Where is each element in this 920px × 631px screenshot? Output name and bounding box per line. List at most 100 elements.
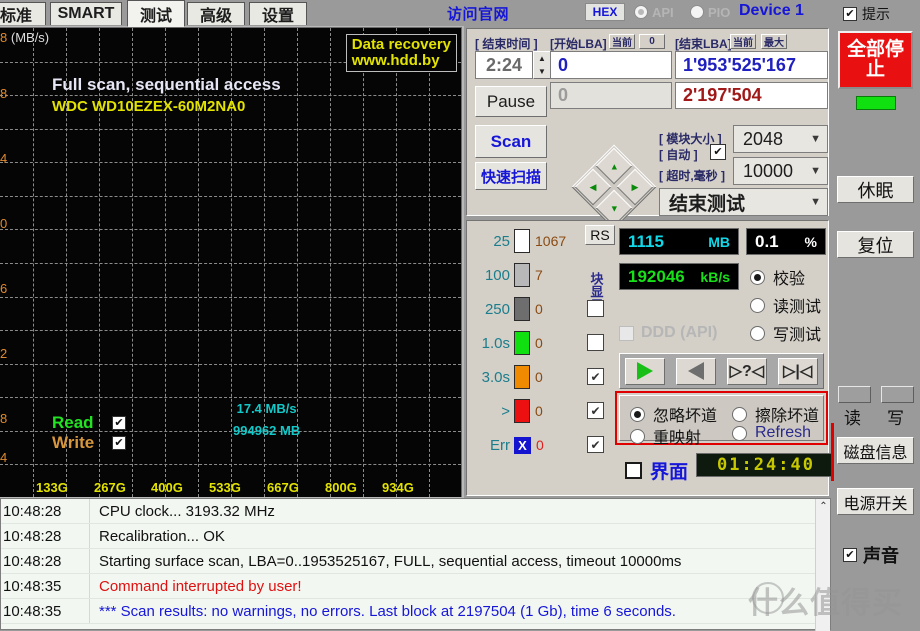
step-query-button[interactable]: ▷?◁ [727,358,767,385]
sleep-button[interactable]: 休眠 [837,176,914,203]
sound-checkbox[interactable] [843,548,857,562]
log-scrollbar[interactable]: ⌃ [815,499,830,631]
power-switch-button[interactable]: 电源开关 [837,488,914,515]
x-tick-label: 667G [267,480,299,495]
bad-sector-action-highlight: 忽略坏道 擦除坏道 重映射 Refresh [615,391,828,445]
block-legend-swatch [514,365,530,389]
block-legend-checkbox[interactable]: ✔ [587,368,604,385]
tab-settings[interactable]: 设置 [249,2,307,25]
end-time-spinner[interactable]: ▲ ▼ [533,51,551,79]
data-recovery-badge: Data recovery www.hdd.by [346,34,457,72]
remap-option[interactable]: 重映射 [630,424,701,448]
timeout-select[interactable]: 10000 ▼ [733,157,828,185]
navigation-dpad[interactable]: ▲ ▼ ◀ ▶ [574,147,654,227]
graph-title: Full scan, sequential access [52,75,281,95]
rs-button[interactable]: RS [585,225,615,245]
mode-read-option[interactable]: 读测试 [750,293,821,317]
end-action-select[interactable]: 结束测试 ▼ [659,188,828,216]
device-label[interactable]: Device 1 [739,2,804,20]
log-row[interactable]: 10:48:28Recalibration... OK [1,524,830,549]
log-row[interactable]: 10:48:35Command interrupted by user! [1,574,830,599]
scroll-up-icon[interactable]: ⌃ [816,499,831,514]
log-row[interactable]: 10:48:28Starting surface scan, LBA=0..19… [1,549,830,574]
end-lba-current-button[interactable]: 当前 [730,34,756,49]
end-lba-field[interactable]: 1'953'525'167 [675,51,828,79]
sound-option[interactable]: 声音 [843,542,899,568]
block-legend-checkbox[interactable]: ✔ [587,436,604,453]
timeout-label: [ 超时,毫秒 ] [659,167,725,184]
mode-write-radio[interactable] [750,326,765,341]
start-lba-zero-button[interactable]: 0 [639,34,665,49]
erase-bad-sectors-option[interactable]: 擦除坏道 [732,402,819,426]
tab-test[interactable]: 测试 [127,0,185,27]
tab-standard[interactable]: 标准 [0,2,46,25]
hint-checkbox-group[interactable]: 提示 [843,4,890,24]
scan-button[interactable]: Scan [475,125,547,158]
end-lba-label: [结束LBA] [675,35,732,52]
disk-info-button[interactable]: 磁盘信息 [837,437,914,464]
tab-label: 高级 [200,2,232,26]
chevron-down-icon: ▼ [810,133,821,145]
read-series-checkbox[interactable] [112,416,126,430]
refresh-radio[interactable] [732,426,747,441]
pause-button[interactable]: Pause [475,86,547,117]
quick-scan-button[interactable]: 快速扫描 [475,162,547,190]
gridline-horizontal [0,297,461,298]
skip-button[interactable]: ▷|◁ [778,358,818,385]
tab-advanced[interactable]: 高级 [187,2,245,25]
y-tick-label: 4 [0,450,7,465]
hint-label: 提示 [862,4,890,24]
log-row[interactable]: 10:48:28CPU clock... 3193.32 MHz [1,499,830,524]
start-lba-field[interactable]: 0 [550,51,672,79]
ignore-bad-sectors-radio[interactable] [630,407,645,422]
bad-sector-action-group: 忽略坏道 擦除坏道 重映射 Refresh [619,395,824,441]
read-series-toggle[interactable]: Read [52,413,126,433]
x-tick-label: 800G [325,480,357,495]
play-button[interactable] [625,358,665,385]
mode-write-option[interactable]: 写测试 [750,321,821,345]
interface-label: 界面 [650,457,688,484]
stop-all-button[interactable]: 全部停止 [838,31,913,89]
interface-checkbox[interactable] [625,462,642,479]
mode-verify-radio[interactable] [750,270,765,285]
ignore-bad-sectors-option[interactable]: 忽略坏道 [630,402,717,426]
end-time-field[interactable]: 2:24 [475,51,533,79]
write-series-label: Write [52,433,104,453]
write-series-checkbox[interactable] [112,436,126,450]
erase-bad-sectors-radio[interactable] [732,407,747,422]
official-site-link[interactable]: 访问官网 [447,3,509,24]
tab-smart[interactable]: SMART [50,2,122,25]
y-tick-label: 2 [0,346,7,361]
block-legend-checkbox[interactable] [587,300,604,317]
hex-button[interactable]: HEX [585,3,625,21]
write-series-toggle[interactable]: Write [52,433,126,453]
block-legend-row: ErrX0 [471,429,584,461]
interface-option[interactable]: 界面 [625,457,688,484]
reset-button[interactable]: 复位 [837,231,914,258]
log-message: *** Scan results: no warnings, no errors… [89,603,676,620]
block-legend-row: >0 [471,395,584,427]
write-indicator [881,386,914,403]
pio-radio[interactable] [690,5,704,19]
block-size-select[interactable]: 2048 ▼ [733,125,828,153]
block-time-legend: 251067100725001.0s03.0s0>0ErrX0 [471,225,584,491]
end-lba-max-button[interactable]: 最大 [761,34,787,49]
api-radio[interactable] [634,5,648,19]
log-panel[interactable]: 10:48:28CPU clock... 3193.32 MHz10:48:28… [0,498,831,630]
block-legend-checkbox[interactable]: ✔ [587,402,604,419]
log-row[interactable]: 10:48:35*** Scan results: no warnings, n… [1,599,830,624]
back-button[interactable] [676,358,716,385]
scan-graph[interactable]: 8 (MB/s) 8406284 133G267G400G533G667G800… [0,27,462,497]
hint-checkbox[interactable] [843,7,857,21]
ddd-api-label: DDD (API) [641,324,717,342]
mode-verify-label: 校验 [773,265,805,289]
gridline-horizontal [0,364,461,365]
remap-radio[interactable] [630,429,645,444]
log-message: Recalibration... OK [89,528,225,545]
auto-checkbox[interactable] [710,144,726,160]
mode-read-radio[interactable] [750,298,765,313]
mode-verify-option[interactable]: 校验 [750,265,805,289]
block-legend-checkbox[interactable] [587,334,604,351]
refresh-option[interactable]: Refresh [732,424,811,442]
start-lba-current-button[interactable]: 当前 [609,34,635,49]
